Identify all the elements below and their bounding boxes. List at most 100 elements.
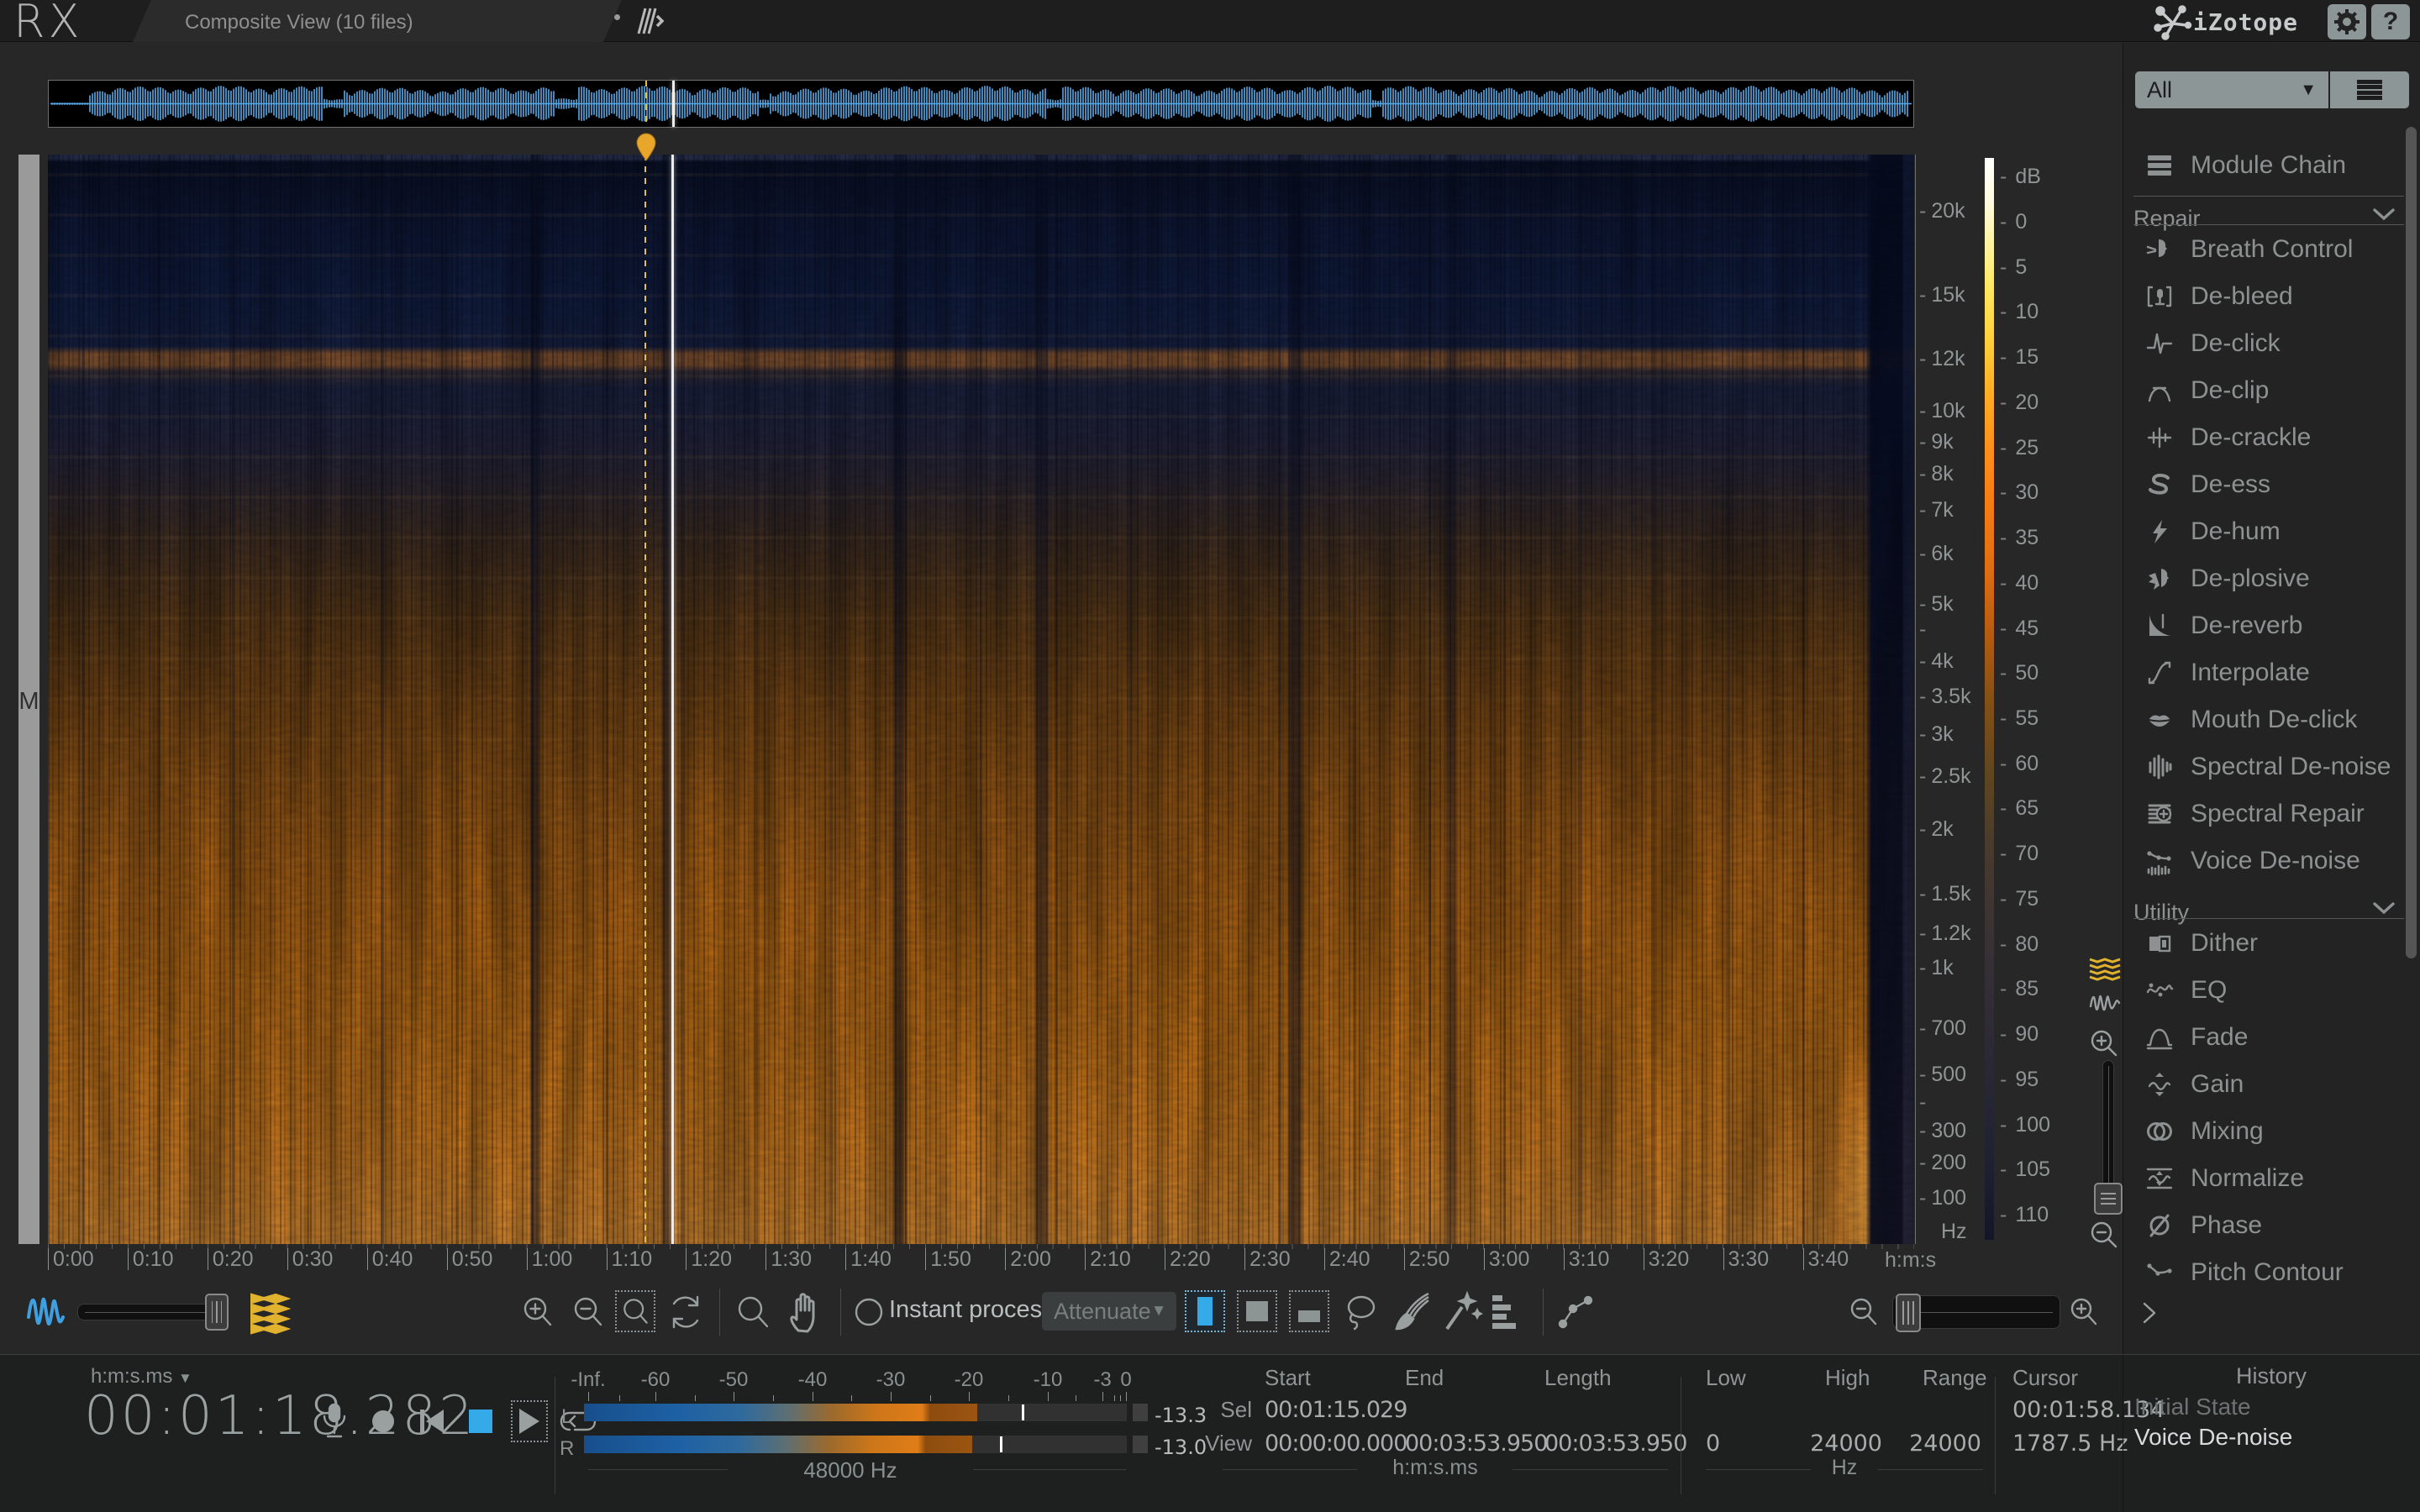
top-bar: RX Composite View (10 files) iZotope (0, 0, 2420, 42)
history-entry[interactable]: Voice De-noise (2134, 1424, 2292, 1451)
meter-minor-tick (619, 1395, 620, 1401)
module-item-pitch-contour[interactable]: .mi{stroke:#8d9191;fill:none;stroke-widt… (2123, 1249, 2401, 1296)
view-high-value: 24000 (1807, 1431, 1882, 1457)
meter-bar-left (584, 1404, 1127, 1421)
stop-icon (469, 1410, 492, 1433)
tab-modified-dot (614, 14, 620, 20)
time-frequency-selection-tool[interactable] (1289, 1290, 1329, 1332)
help-button[interactable]: ? (2371, 4, 2410, 39)
play-button[interactable] (511, 1400, 548, 1442)
module-item-de-ess[interactable]: .mi{stroke:#8d9191;fill:none;stroke-widt… (2123, 461, 2401, 508)
time-zoom-out-button[interactable] (1847, 1295, 1881, 1329)
meter-minor-tick (695, 1395, 696, 1401)
playback-position-line (671, 155, 674, 1244)
history-entry[interactable]: Initial State (2134, 1394, 2251, 1420)
chevron-down-icon: ▼ (2300, 81, 2317, 100)
instant-process-toggle[interactable] (852, 1295, 886, 1329)
stop-button[interactable] (462, 1400, 499, 1442)
module-item-mouth-de-click[interactable]: .mi{stroke:#8d9191;fill:none;stroke-widt… (2123, 696, 2401, 743)
playhead-marker[interactable] (636, 133, 656, 161)
magic-wand-tool[interactable] (1442, 1290, 1484, 1334)
list-view-icon (2357, 80, 2382, 100)
meter-tick (1048, 1392, 1049, 1401)
meter-scale-50: -50 (719, 1368, 749, 1392)
module-item-spectral-repair[interactable]: .mi{stroke:#8d9191;fill:none;stroke-widt… (2123, 790, 2401, 837)
db-colorbar[interactable] (1985, 158, 1994, 1240)
time-tick-1-00: 1:00 (527, 1248, 573, 1270)
module-item-dither[interactable]: .mi{stroke:#8d9191;fill:none;stroke-widt… (2123, 920, 2401, 967)
module-filter-select[interactable]: All ▼ (2135, 71, 2328, 108)
spectrogram-canvas[interactable] (48, 155, 1914, 1244)
file-tab[interactable]: Composite View (10 files) (133, 0, 622, 42)
freq-zoom-in-button[interactable] (2087, 1026, 2121, 1060)
sidebar-expand-arrow[interactable] (2139, 1299, 2160, 1327)
time-selection-tool[interactable] (1185, 1290, 1225, 1332)
lasso-selection-tool[interactable] (1341, 1292, 1381, 1334)
waveform-overview[interactable] (48, 80, 1914, 128)
brush-selection-tool[interactable] (1392, 1290, 1434, 1334)
chevron-down-icon: ▼ (178, 1370, 192, 1386)
freq-zoom-slider-handle[interactable] (2094, 1183, 2123, 1215)
module-item-de-plosive[interactable]: .mi{stroke:#8d9191;fill:none;stroke-widt… (2123, 555, 2401, 602)
module-item-normalize[interactable]: .mi{stroke:#8d9191;fill:none;stroke-widt… (2123, 1155, 2401, 1202)
frequency-selection-tool[interactable] (1237, 1290, 1277, 1332)
zoom-to-selection-button[interactable] (615, 1290, 655, 1332)
hand-tool-button[interactable] (785, 1290, 827, 1334)
display-blend-slider-handle[interactable] (205, 1294, 229, 1331)
meter-value-left: -13.3 (1155, 1404, 1207, 1427)
module-item-de-click[interactable]: .mi{stroke:#8d9191;fill:none;stroke-widt… (2123, 320, 2401, 367)
meter-scale-0: 0 (1120, 1368, 1131, 1392)
freq-tick-200: -200 (1919, 1151, 1966, 1175)
module-item-interpolate[interactable]: .mi{stroke:#8d9191;fill:none;stroke-widt… (2123, 649, 2401, 696)
module-item-phase[interactable]: .mi{stroke:#8d9191;fill:none;stroke-widt… (2123, 1202, 2401, 1249)
meter-minor-tick (1114, 1395, 1115, 1401)
module-item-mixing[interactable]: .mi{stroke:#8d9191;fill:none;stroke-widt… (2123, 1108, 2401, 1155)
module-item-fade[interactable]: .mi{stroke:#8d9191;fill:none;stroke-widt… (2123, 1014, 2401, 1061)
waveform-view-button[interactable] (2087, 990, 2123, 1018)
process-mode-select[interactable]: Attenuate ▼ (1042, 1292, 1176, 1331)
module-item-module-chain[interactable]: .mi{stroke:#8d9191;fill:none;stroke-widt… (2123, 142, 2401, 189)
record-button[interactable] (365, 1400, 402, 1442)
tab-list-icon[interactable] (632, 5, 666, 37)
settings-button[interactable] (2328, 4, 2366, 39)
cursor-panel-title: Cursor (2012, 1365, 2078, 1391)
module-list-view-button[interactable] (2330, 71, 2409, 108)
chevron-down-icon (2372, 207, 2396, 223)
module-item-de-hum[interactable]: .mi{stroke:#8d9191;fill:none;stroke-widt… (2123, 508, 2401, 555)
playhead-dotted-line[interactable] (644, 155, 646, 1244)
time-zoom-slider-handle[interactable] (1896, 1294, 1921, 1332)
freq-zoom-out-button[interactable] (2087, 1218, 2121, 1252)
db-tick-75: -75 (2000, 887, 2039, 911)
module-item-eq[interactable]: .mi{stroke:#8d9191;fill:none;stroke-widt… (2123, 967, 2401, 1014)
reset-zoom-button[interactable] (666, 1292, 706, 1332)
zoom-in-button[interactable] (519, 1294, 556, 1331)
zoom-out-button[interactable] (570, 1294, 607, 1331)
meter-tick (1102, 1392, 1103, 1401)
zoom-tool-button[interactable] (733, 1292, 773, 1332)
module-item-breath-control[interactable]: .mi{stroke:#8d9191;fill:none;stroke-widt… (2123, 226, 2401, 273)
gear-icon (2333, 8, 2361, 36)
freq-tick-4k: -4k (1919, 649, 1954, 674)
freq-minor-tick: - (1919, 617, 1931, 642)
envelope-nodes-tool[interactable] (1556, 1290, 1600, 1334)
channel-selector-strip[interactable]: M (18, 155, 39, 1244)
record-monitor-button[interactable] (316, 1400, 353, 1442)
module-item-de-clip[interactable]: .mi{stroke:#8d9191;fill:none;stroke-widt… (2123, 367, 2401, 414)
module-item-de-crackle[interactable]: .mi{stroke:#8d9191;fill:none;stroke-widt… (2123, 414, 2401, 461)
db-tick-0: -0 (2000, 210, 2027, 234)
sidebar-scrollbar[interactable] (2406, 127, 2417, 958)
spectrogram-view-button[interactable] (2087, 956, 2123, 981)
module-item-spectral-de-noise[interactable]: .mi{stroke:#8d9191;fill:none;stroke-widt… (2123, 743, 2401, 790)
meter-minor-tick (1008, 1395, 1009, 1401)
module-item-de-reverb[interactable]: .mi{stroke:#8d9191;fill:none;stroke-widt… (2123, 602, 2401, 649)
meter-tick (1126, 1392, 1127, 1401)
return-to-start-button[interactable] (413, 1400, 450, 1442)
levels-bars-icon[interactable] (1489, 1292, 1528, 1332)
module-item-gain[interactable]: .mi{stroke:#8d9191;fill:none;stroke-widt… (2123, 1061, 2401, 1108)
db-axis-title: -dB (2000, 165, 2041, 189)
time-zoom-in-button[interactable] (2067, 1295, 2101, 1329)
time-ruler[interactable]: 0:000:100:200:300:400:501:001:101:201:30… (48, 1244, 1914, 1270)
module-item-de-bleed[interactable]: .mi{stroke:#8d9191;fill:none;stroke-widt… (2123, 273, 2401, 320)
module-item-voice-de-noise[interactable]: .mi{stroke:#8d9191;fill:none;stroke-widt… (2123, 837, 2401, 885)
freq-tick-8k: -8k (1919, 462, 1954, 486)
